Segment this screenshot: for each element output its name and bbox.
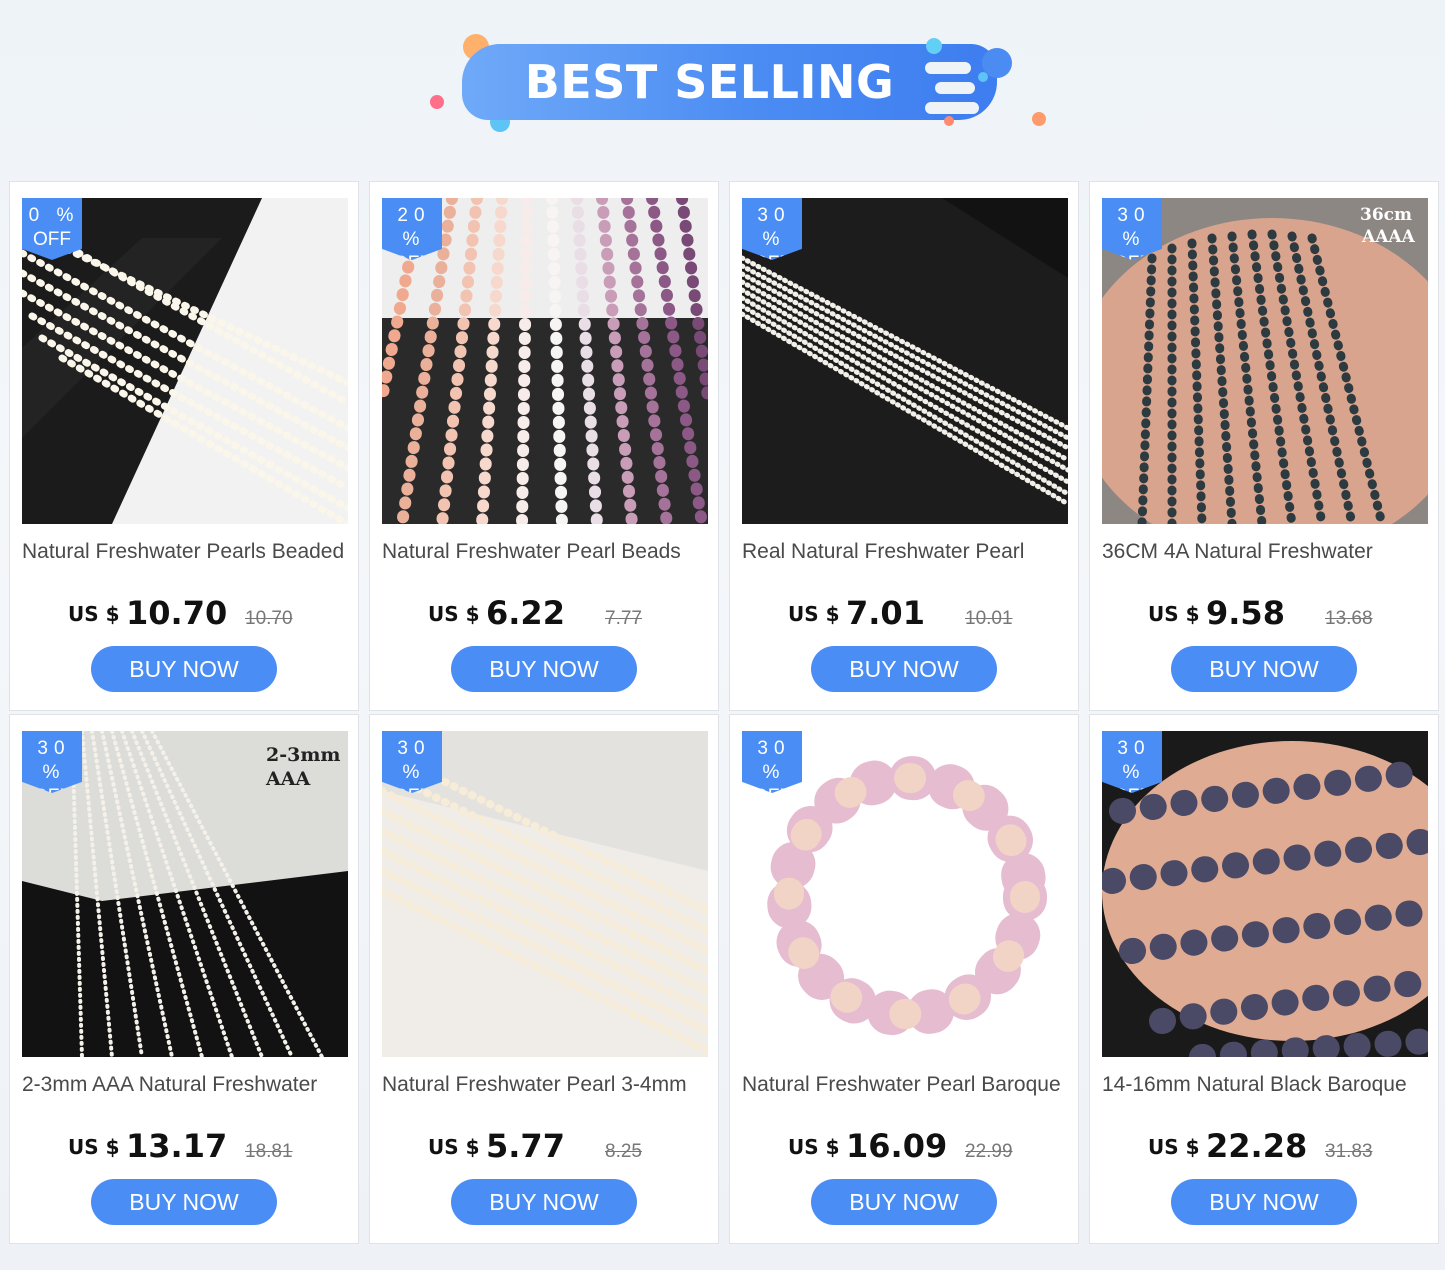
buy-now-button[interactable]: BUY NOW xyxy=(451,1179,637,1225)
currency-label: US $ xyxy=(428,1135,480,1159)
current-price: 9.58 xyxy=(1206,594,1285,632)
image-overlay-text: AAAA xyxy=(1361,227,1416,247)
discount-badge: 30 % OFF xyxy=(742,198,802,260)
product-card[interactable]: 2-3mm AAA 30 % OFF 2-3mm AAA Natural Fre… xyxy=(9,714,359,1244)
original-price: 31.83 xyxy=(1325,1141,1373,1162)
decor-dot xyxy=(1032,112,1046,126)
original-price: 10.70 xyxy=(245,608,293,629)
decor-stripe xyxy=(925,62,971,74)
original-price: 22.99 xyxy=(965,1141,1013,1162)
current-price: 5.77 xyxy=(486,1127,565,1165)
product-card[interactable]: 36cm AAAA 30 % OFF 36CM 4A Natural Fresh… xyxy=(1089,181,1439,711)
price-row: US $ 7.01 10.01 xyxy=(730,594,1080,634)
buy-now-button[interactable]: BUY NOW xyxy=(1171,646,1357,692)
discount-off-label: OFF xyxy=(33,229,71,250)
product-card[interactable]: 30 % OFF 14-16mm Natural Black Baroque U… xyxy=(1089,714,1439,1244)
product-card[interactable]: 20 % OFF Natural Freshwater Pearl Beads … xyxy=(369,181,719,711)
best-selling-banner: BEST SELLING xyxy=(0,0,1445,170)
buy-now-button[interactable]: BUY NOW xyxy=(91,1179,277,1225)
price-row: US $ 16.09 22.99 xyxy=(730,1127,1080,1167)
current-price: 22.28 xyxy=(1206,1127,1308,1165)
discount-percent: 30 % xyxy=(757,738,791,783)
buy-now-button[interactable]: BUY NOW xyxy=(451,646,637,692)
original-price: 8.25 xyxy=(605,1141,642,1162)
product-card[interactable]: 30 % OFF Natural Freshwater Pearl Baroqu… xyxy=(729,714,1079,1244)
original-price: 10.01 xyxy=(965,608,1013,629)
buy-now-button[interactable]: BUY NOW xyxy=(91,646,277,692)
currency-label: US $ xyxy=(68,1135,120,1159)
discount-badge: 30 % OFF xyxy=(742,731,802,793)
product-title[interactable]: Natural Freshwater Pearl 3-4mm xyxy=(382,1073,712,1097)
currency-label: US $ xyxy=(428,602,480,626)
discount-badge: 20 % OFF xyxy=(382,198,442,260)
discount-percent: 30 % xyxy=(1117,205,1151,250)
original-price: 18.81 xyxy=(245,1141,293,1162)
price-row: US $ 10.70 10.70 xyxy=(10,594,360,634)
original-price: 7.77 xyxy=(605,608,642,629)
discount-percent: 30 % xyxy=(757,205,791,250)
currency-label: US $ xyxy=(68,602,120,626)
currency-label: US $ xyxy=(788,1135,840,1159)
product-title[interactable]: Natural Freshwater Pearl Baroque xyxy=(742,1073,1072,1097)
discount-percent: 30 % xyxy=(397,738,431,783)
price-row: US $ 22.28 31.83 xyxy=(1090,1127,1440,1167)
discount-percent: 30 % xyxy=(1117,738,1151,783)
banner-pill: BEST SELLING xyxy=(462,44,997,120)
decor-dot xyxy=(944,116,954,126)
current-price: 10.70 xyxy=(126,594,228,632)
decor-dot xyxy=(430,95,444,109)
product-card[interactable]: 30 % OFF Real Natural Freshwater Pearl U… xyxy=(729,181,1079,711)
product-card[interactable]: 30 % OFF Natural Freshwater Pearl 3-4mm … xyxy=(369,714,719,1244)
price-row: US $ 13.17 18.81 xyxy=(10,1127,360,1167)
original-price: 13.68 xyxy=(1325,608,1373,629)
currency-label: US $ xyxy=(1148,602,1200,626)
product-card[interactable]: 0 % OFF Natural Freshwater Pearls Beaded… xyxy=(9,181,359,711)
current-price: 7.01 xyxy=(846,594,925,632)
discount-badge: 30 % OFF xyxy=(382,731,442,793)
image-overlay-text: 2-3mm xyxy=(266,744,341,766)
product-title[interactable]: Natural Freshwater Pearl Beads xyxy=(382,540,712,564)
discount-percent: 20 % xyxy=(397,205,431,250)
buy-now-button[interactable]: BUY NOW xyxy=(1171,1179,1357,1225)
discount-badge: 0 % OFF xyxy=(22,198,82,260)
product-title[interactable]: Real Natural Freshwater Pearl xyxy=(742,540,1072,564)
decor-dot xyxy=(978,72,988,82)
buy-now-button[interactable]: BUY NOW xyxy=(811,646,997,692)
discount-badge: 30 % OFF xyxy=(1102,198,1162,260)
buy-now-button[interactable]: BUY NOW xyxy=(811,1179,997,1225)
product-title[interactable]: Natural Freshwater Pearls Beaded xyxy=(22,540,352,564)
discount-badge: 30 % OFF xyxy=(22,731,82,793)
price-row: US $ 6.22 7.77 xyxy=(370,594,720,634)
product-title[interactable]: 14-16mm Natural Black Baroque xyxy=(1102,1073,1432,1097)
decor-dot xyxy=(926,38,942,54)
decor-stripe xyxy=(935,82,975,94)
image-overlay-text: 36cm xyxy=(1360,205,1412,225)
product-title[interactable]: 36CM 4A Natural Freshwater xyxy=(1102,540,1432,564)
banner-title: BEST SELLING xyxy=(524,55,895,109)
current-price: 6.22 xyxy=(486,594,565,632)
decor-stripe xyxy=(925,102,979,114)
price-row: US $ 9.58 13.68 xyxy=(1090,594,1440,634)
discount-percent: 0 % xyxy=(28,205,80,226)
current-price: 16.09 xyxy=(846,1127,948,1165)
currency-label: US $ xyxy=(788,602,840,626)
image-overlay-text: AAA xyxy=(265,768,310,790)
discount-percent: 30 % xyxy=(37,738,71,783)
discount-badge: 30 % OFF xyxy=(1102,731,1162,793)
current-price: 13.17 xyxy=(126,1127,228,1165)
currency-label: US $ xyxy=(1148,1135,1200,1159)
price-row: US $ 5.77 8.25 xyxy=(370,1127,720,1167)
product-title[interactable]: 2-3mm AAA Natural Freshwater xyxy=(22,1073,352,1097)
